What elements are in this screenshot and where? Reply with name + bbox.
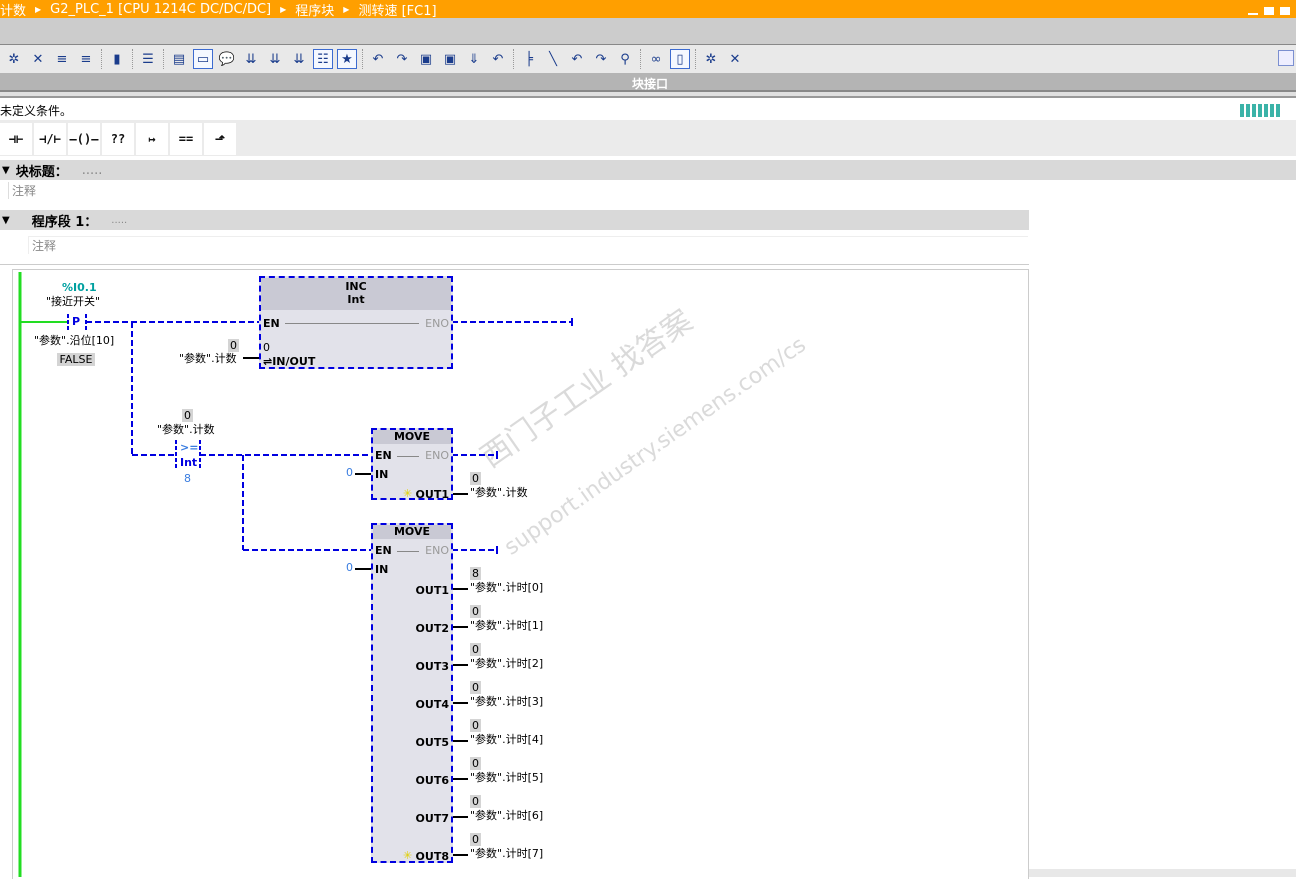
ladder-wires [18,272,573,877]
move2-out-tag[interactable]: "参数".计时[7] [470,847,543,860]
edge-state-value: FALSE [57,353,95,366]
move1-out1-tag[interactable]: "参数".计数 [470,486,528,499]
move2-out-pin: OUT6 [415,774,449,787]
move1-eno: ENO [425,449,449,462]
move2-out-pin: OUT5 [415,736,449,749]
compare-operand1[interactable]: "参数".计数 [157,423,215,436]
inc-inout-pin: ⇌IN/OUT [263,355,316,368]
move1-en: EN [375,449,392,462]
move2-out-pin: OUT8 [415,850,449,863]
contact-tag[interactable]: "接近开关" [46,295,100,308]
move2-out-value: 0 [470,833,481,846]
move2-out-tag[interactable]: "参数".计时[5] [470,771,543,784]
new-pin-star-icon: ✳ [403,849,413,862]
move2-out-pin: OUT7 [415,812,449,825]
new-pin-star-icon: ✳ [403,487,413,500]
move2-box[interactable]: MOVE EN ENO IN ✳ OUT1 OUT2 OUT3 OUT4 OUT5 OUT… [371,523,453,863]
move2-out-pin: OUT2 [415,622,449,635]
move2-out-tag[interactable]: "参数".计时[3] [470,695,543,708]
move2-out-value: 0 [470,605,481,618]
move2-out-tag[interactable]: "参数".计时[4] [470,733,543,746]
move2-out-value: 0 [470,795,481,808]
p-contact[interactable]: P [72,315,80,328]
inc-inout-value: 0 [263,341,270,354]
inc-eno: ENO [425,317,449,330]
move2-out-tag[interactable]: "参数".计时[2] [470,657,543,670]
compare-type[interactable]: Int [180,456,197,469]
move2-eno: ENO [425,544,449,557]
compare-op[interactable]: >= [180,441,198,454]
move2-out-value: 0 [470,719,481,732]
move1-out1-pin: OUT1 [415,488,449,501]
move2-out-pin: OUT4 [415,698,449,711]
move1-in-value[interactable]: 0 [346,466,353,479]
inc-name: INC [345,280,367,293]
move2-out-value: 8 [470,567,481,580]
move2-in-value[interactable]: 0 [346,561,353,574]
move2-name: MOVE [373,525,451,539]
inc-operand-value: 0 [228,339,239,352]
inc-type[interactable]: Int [261,293,451,306]
move2-out-pin: OUT1 [415,584,449,597]
move2-out-value: 0 [470,757,481,770]
inc-operand[interactable]: "参数".计数 [179,352,237,365]
move1-in-pin: IN [375,468,389,481]
move2-out-tag[interactable]: "参数".计时[1] [470,619,543,632]
inc-box[interactable]: INC Int EN ENO 0 ⇌IN/OUT [259,276,453,369]
edge-bit-tag[interactable]: "参数".沿位[10] [34,334,114,347]
move2-out-value: 0 [470,643,481,656]
move1-box[interactable]: MOVE EN ENO IN ✳ OUT1 [371,428,453,501]
move2-out-tag[interactable]: "参数".计时[0] [470,581,543,594]
move2-out-pin: OUT3 [415,660,449,673]
inc-en: EN [263,317,280,330]
move1-out1-value: 0 [470,472,481,485]
contact-address[interactable]: %I0.1 [62,281,97,294]
move2-en: EN [375,544,392,557]
compare-operand2[interactable]: 8 [184,472,191,485]
move2-out-tag[interactable]: "参数".计时[6] [470,809,543,822]
compare-operand1-value: 0 [182,409,193,422]
move2-in-pin: IN [375,563,389,576]
move2-out-value: 0 [470,681,481,694]
move1-name: MOVE [373,430,451,444]
